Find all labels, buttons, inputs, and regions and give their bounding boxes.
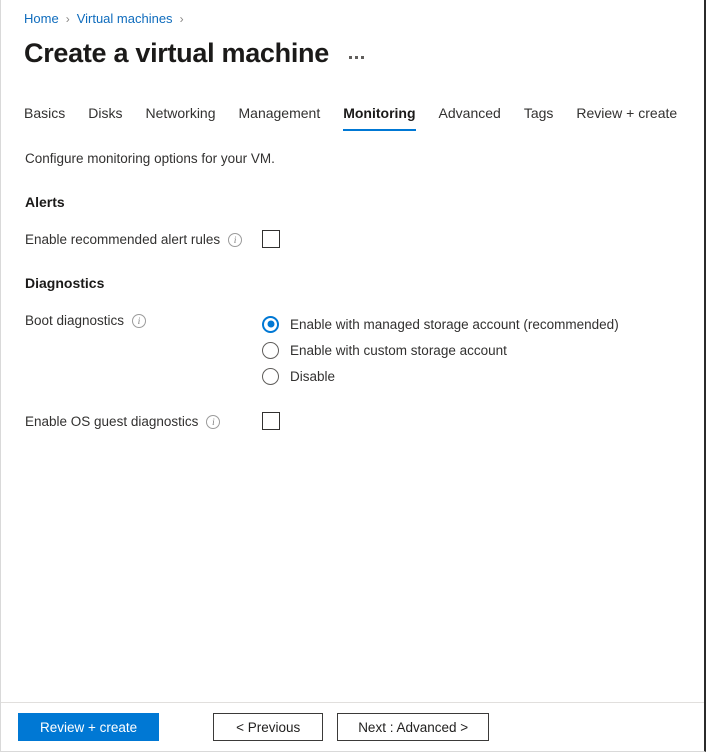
tab-monitoring[interactable]: Monitoring (343, 104, 416, 131)
monitoring-form: Configure monitoring options for your VM… (1, 131, 704, 431)
radio-indicator[interactable] (262, 367, 279, 385)
blade-content: Home › Virtual machines › Create a virtu… (1, 0, 704, 702)
info-icon[interactable]: i (132, 314, 147, 328)
review-create-button[interactable]: Review + create (18, 713, 160, 741)
field-label: Boot diagnostics i (25, 311, 262, 330)
tab-management[interactable]: Management (239, 104, 321, 131)
form-description: Configure monitoring options for your VM… (25, 151, 275, 166)
tab-networking[interactable]: Networking (145, 104, 215, 131)
ellipsis-dot (354, 55, 358, 59)
create-vm-blade: Home › Virtual machines › Create a virtu… (0, 0, 706, 752)
breadcrumb-item-virtual-machines[interactable]: Virtual machines (77, 11, 173, 27)
radio-indicator[interactable] (262, 315, 279, 333)
tab-advanced[interactable]: Advanced (439, 104, 501, 131)
radio-indicator[interactable] (262, 341, 279, 359)
section-heading-diagnostics: Diagnostics (25, 275, 105, 291)
field-enable-os-guest-diagnostics: Enable OS guest diagnostics i (25, 412, 704, 431)
radio-option-managed-storage[interactable]: Enable with managed storage account (rec… (262, 311, 619, 337)
page-title: Create a virtual machine (24, 38, 329, 68)
enable-os-guest-diagnostics-label: Enable OS guest diagnostics (25, 414, 199, 429)
radio-option-disable[interactable]: Disable (262, 363, 619, 389)
enable-recommended-alert-rules-checkbox[interactable] (262, 230, 280, 248)
wizard-tabs: Basics Disks Networking Management Monit… (1, 101, 704, 131)
field-boot-diagnostics: Boot diagnostics i Enable with managed s… (25, 311, 704, 389)
enable-os-guest-diagnostics-checkbox[interactable] (262, 412, 280, 430)
field-enable-recommended-alert-rules: Enable recommended alert rules i (25, 230, 704, 249)
tab-tags[interactable]: Tags (524, 104, 554, 131)
tab-disks[interactable]: Disks (88, 104, 122, 131)
info-icon[interactable]: i (228, 233, 243, 247)
radio-label: Enable with custom storage account (290, 342, 507, 358)
breadcrumb-item-home[interactable]: Home (24, 11, 59, 27)
radio-option-custom-storage[interactable]: Enable with custom storage account (262, 337, 619, 363)
breadcrumb-chevron-icon: › (65, 12, 70, 26)
enable-recommended-alert-rules-label: Enable recommended alert rules (25, 232, 221, 247)
field-label: Enable recommended alert rules i (25, 230, 262, 249)
breadcrumb: Home › Virtual machines › (1, 0, 704, 27)
breadcrumb-chevron-icon: › (179, 12, 184, 26)
tab-review-create[interactable]: Review + create (576, 104, 677, 131)
previous-button[interactable]: < Previous (213, 713, 324, 741)
title-row: Create a virtual machine (1, 27, 704, 70)
ellipsis-dot (360, 55, 364, 59)
next-advanced-button[interactable]: Next : Advanced > (337, 713, 490, 741)
tab-basics[interactable]: Basics (24, 104, 65, 131)
more-options-icon[interactable] (347, 52, 366, 63)
boot-diagnostics-label: Boot diagnostics (25, 313, 125, 328)
radio-label: Enable with managed storage account (rec… (290, 316, 619, 332)
ellipsis-dot (348, 55, 352, 59)
info-icon[interactable]: i (206, 415, 221, 429)
boot-diagnostics-radio-group: Enable with managed storage account (rec… (262, 311, 619, 389)
section-heading-alerts: Alerts (25, 194, 65, 210)
radio-label: Disable (290, 368, 336, 384)
field-label: Enable OS guest diagnostics i (25, 412, 262, 431)
wizard-footer: Review + create < Previous Next : Advanc… (1, 702, 704, 751)
